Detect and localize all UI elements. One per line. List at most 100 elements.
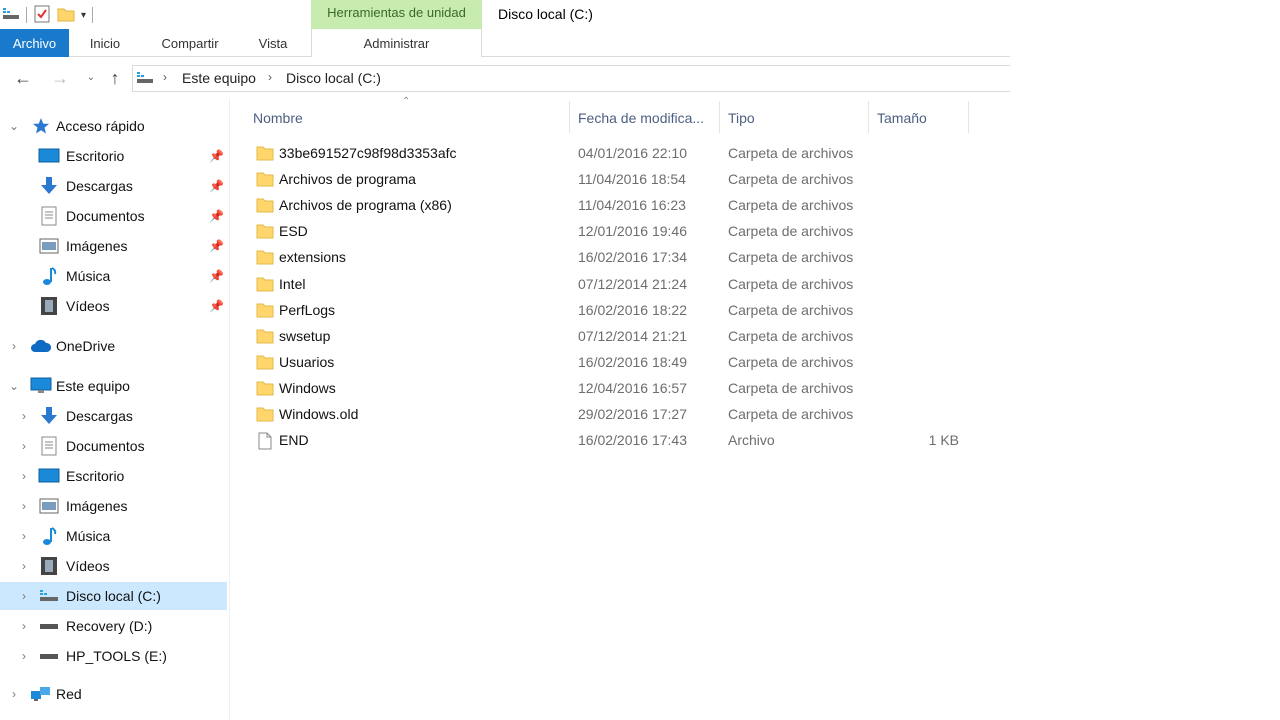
column-header-fecha[interactable]: Fecha de modifica... bbox=[578, 100, 718, 134]
file-row[interactable]: Archivos de programa (x86) 11/04/2016 16:… bbox=[250, 193, 970, 219]
pin-icon[interactable]: 📌 bbox=[209, 269, 224, 283]
nav-item-onedrive[interactable]: › OneDrive bbox=[0, 332, 227, 360]
nav-item-pc-videos[interactable]: › Vídeos bbox=[0, 552, 227, 580]
file-date: 16/02/2016 18:22 bbox=[578, 301, 687, 318]
properties-icon[interactable] bbox=[33, 4, 51, 27]
back-arrow-icon[interactable]: ← bbox=[12, 67, 34, 89]
tab-vista[interactable]: Vista bbox=[248, 29, 298, 57]
nav-item-acceso-rapido[interactable]: ⌄ Acceso rápido bbox=[0, 112, 227, 140]
nav-item-videos[interactable]: Vídeos 📌 bbox=[0, 292, 227, 320]
nav-item-red[interactable]: › Red bbox=[0, 680, 227, 708]
nav-item-imagenes[interactable]: Imágenes 📌 bbox=[0, 232, 227, 260]
file-row[interactable]: 33be691527c98f98d3353afc 04/01/2016 22:10… bbox=[250, 141, 970, 167]
file-row[interactable]: Windows.old 29/02/2016 17:27 Carpeta de ar… bbox=[250, 402, 970, 428]
column-divider[interactable] bbox=[719, 101, 720, 133]
document-icon bbox=[38, 436, 60, 456]
collapsed-chevron-icon[interactable]: › bbox=[17, 559, 31, 573]
forward-arrow-icon[interactable]: → bbox=[49, 67, 71, 89]
computer-icon bbox=[30, 376, 52, 396]
pin-icon[interactable]: 📌 bbox=[209, 179, 224, 193]
collapsed-chevron-icon[interactable]: › bbox=[17, 619, 31, 633]
file-name: Intel bbox=[279, 275, 306, 292]
file-row[interactable]: Usuarios 16/02/2016 18:49 Carpeta de archi… bbox=[250, 350, 970, 376]
file-date: 11/04/2016 18:54 bbox=[578, 171, 686, 188]
nav-label: Vídeos bbox=[66, 298, 110, 314]
drive-icon[interactable] bbox=[2, 7, 20, 24]
tab-compartir[interactable]: Compartir bbox=[150, 29, 230, 57]
pin-icon[interactable]: 📌 bbox=[209, 209, 224, 223]
file-row[interactable]: extensions 16/02/2016 17:34 Carpeta de arc… bbox=[250, 245, 970, 271]
collapsed-chevron-icon[interactable]: › bbox=[17, 469, 31, 483]
cloud-icon bbox=[30, 336, 52, 356]
collapsed-chevron-icon[interactable]: › bbox=[7, 339, 21, 353]
expanded-chevron-icon[interactable]: ⌄ bbox=[7, 119, 21, 133]
column-divider[interactable] bbox=[569, 101, 570, 133]
file-row[interactable]: ESD 12/01/2016 19:46 Carpeta de archivos bbox=[250, 219, 970, 245]
nav-item-musica[interactable]: Música 📌 bbox=[0, 262, 227, 290]
recent-locations-chevron-icon[interactable]: ⌄ bbox=[80, 67, 102, 89]
file-date: 12/04/2016 16:57 bbox=[578, 379, 687, 396]
file-name: Windows bbox=[279, 379, 336, 396]
file-row[interactable]: Windows 12/04/2016 16:57 Carpeta de archiv… bbox=[250, 376, 970, 402]
file-row[interactable]: PerfLogs 16/02/2016 18:22 Carpeta de archi… bbox=[250, 298, 970, 324]
up-arrow-icon[interactable]: ↑ bbox=[104, 67, 126, 89]
nav-item-recovery[interactable]: › Recovery (D:) bbox=[0, 612, 227, 640]
file-type: Carpeta de archivos bbox=[728, 171, 854, 188]
collapsed-chevron-icon[interactable]: › bbox=[17, 499, 31, 513]
column-divider[interactable] bbox=[968, 101, 969, 133]
nav-item-este-equipo[interactable]: ⌄ Este equipo bbox=[0, 372, 227, 400]
tab-archivo[interactable]: Archivo bbox=[0, 29, 69, 57]
file-row[interactable]: Intel 07/12/2014 21:24 Carpeta de archivos bbox=[250, 272, 970, 298]
breadcrumb-disco-local[interactable]: Disco local (C:) bbox=[286, 70, 381, 86]
nav-item-disco-local[interactable]: › Disco local (C:) bbox=[0, 582, 227, 610]
nav-item-pc-documentos[interactable]: › Documentos bbox=[0, 432, 227, 460]
collapsed-chevron-icon[interactable]: › bbox=[17, 409, 31, 423]
file-name: ESD bbox=[279, 223, 308, 240]
nav-label: Vídeos bbox=[66, 558, 110, 574]
nav-item-descargas[interactable]: Descargas 📌 bbox=[0, 172, 227, 200]
file-row[interactable]: Archivos de programa 11/04/2016 18:54 Carp… bbox=[250, 167, 970, 193]
nav-item-escritorio[interactable]: Escritorio 📌 bbox=[0, 142, 227, 170]
file-row[interactable]: swsetup 07/12/2014 21:21 Carpeta de archiv… bbox=[250, 324, 970, 350]
nav-label: Música bbox=[66, 528, 111, 544]
nav-item-pc-escritorio[interactable]: › Escritorio bbox=[0, 462, 227, 490]
file-type: Carpeta de archivos bbox=[728, 301, 854, 318]
column-header-tipo[interactable]: Tipo bbox=[728, 100, 868, 134]
collapsed-chevron-icon[interactable]: › bbox=[17, 439, 31, 453]
folder-icon bbox=[256, 380, 274, 396]
file-name: Archivos de programa (x86) bbox=[279, 197, 452, 214]
breadcrumb-separator-icon[interactable]: › bbox=[163, 70, 167, 84]
file-row[interactable]: END 16/02/2016 17:43 Archivo 1 KB bbox=[250, 428, 970, 454]
file-icon bbox=[258, 432, 276, 450]
expanded-chevron-icon[interactable]: ⌄ bbox=[7, 379, 21, 393]
nav-item-pc-imagenes[interactable]: › Imágenes bbox=[0, 492, 227, 520]
toolbar-separator bbox=[26, 7, 27, 23]
file-date: 07/12/2014 21:24 bbox=[578, 275, 687, 292]
collapsed-chevron-icon[interactable]: › bbox=[7, 687, 21, 701]
column-divider[interactable] bbox=[868, 101, 869, 133]
breadcrumb-separator-icon[interactable]: › bbox=[268, 70, 272, 84]
pin-icon[interactable]: 📌 bbox=[209, 299, 224, 313]
new-folder-icon[interactable] bbox=[57, 5, 75, 26]
column-header-nombre[interactable]: Nombre bbox=[253, 100, 568, 134]
address-bar[interactable]: › Este equipo › Disco local (C:) bbox=[132, 65, 1010, 92]
nav-item-pc-musica[interactable]: › Música bbox=[0, 522, 227, 550]
nav-label: OneDrive bbox=[56, 338, 116, 354]
customize-toolbar-icon[interactable]: ▾ bbox=[81, 10, 86, 21]
collapsed-chevron-icon[interactable]: › bbox=[17, 589, 31, 603]
column-header-tamano[interactable]: Tamaño bbox=[877, 100, 967, 134]
breadcrumb-este-equipo[interactable]: Este equipo bbox=[182, 70, 256, 86]
drive-icon bbox=[38, 586, 60, 606]
tab-inicio[interactable]: Inicio bbox=[77, 29, 133, 57]
network-icon bbox=[30, 684, 52, 704]
pin-icon[interactable]: 📌 bbox=[209, 149, 224, 163]
nav-item-hp-tools[interactable]: › HP_TOOLS (E:) bbox=[0, 642, 227, 670]
file-name: Windows.old bbox=[279, 406, 359, 422]
nav-item-documentos[interactable]: Documentos 📌 bbox=[0, 202, 227, 230]
tab-administrar[interactable]: Administrar bbox=[311, 29, 482, 57]
collapsed-chevron-icon[interactable]: › bbox=[17, 649, 31, 663]
nav-item-pc-descargas[interactable]: › Descargas bbox=[0, 402, 227, 430]
pin-icon[interactable]: 📌 bbox=[209, 239, 224, 253]
file-name: END bbox=[279, 432, 309, 449]
collapsed-chevron-icon[interactable]: › bbox=[17, 529, 31, 543]
